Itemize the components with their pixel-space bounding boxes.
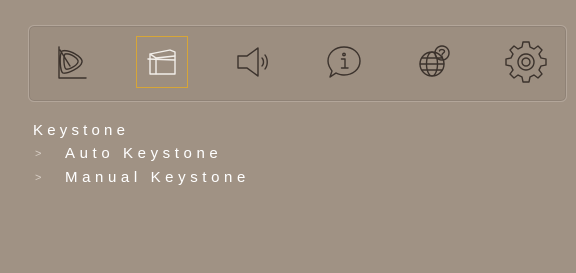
language-icon: [419, 45, 450, 77]
chevron-right-icon: >: [35, 148, 42, 160]
display-keystone-icon: [147, 49, 176, 75]
settings-tab[interactable]: [500, 36, 552, 88]
menu-item-auto-keystone[interactable]: > Auto Keystone: [33, 142, 553, 166]
display-keystone-tab[interactable]: [136, 36, 188, 88]
audio-icon: [237, 47, 268, 77]
information-tab[interactable]: [318, 36, 370, 88]
menu-item-label: Auto Keystone: [65, 145, 223, 162]
menu-item-label: Manual Keystone: [65, 169, 250, 186]
information-icon: [327, 46, 361, 78]
picture-tab[interactable]: [45, 36, 97, 88]
menu-title: Keystone: [33, 122, 130, 139]
osd-menu: Keystone > Auto Keystone > Manual Keysto…: [0, 0, 576, 273]
keystone-menu: Keystone > Auto Keystone > Manual Keysto…: [33, 120, 553, 190]
menu-item-manual-keystone[interactable]: > Manual Keystone: [33, 166, 553, 190]
picture-icon: [58, 46, 87, 79]
menu-icon-bar: [28, 25, 567, 102]
audio-tab[interactable]: [227, 36, 279, 88]
chevron-right-icon: >: [35, 172, 42, 184]
settings-icon: [505, 41, 547, 83]
language-tab[interactable]: [409, 36, 461, 88]
